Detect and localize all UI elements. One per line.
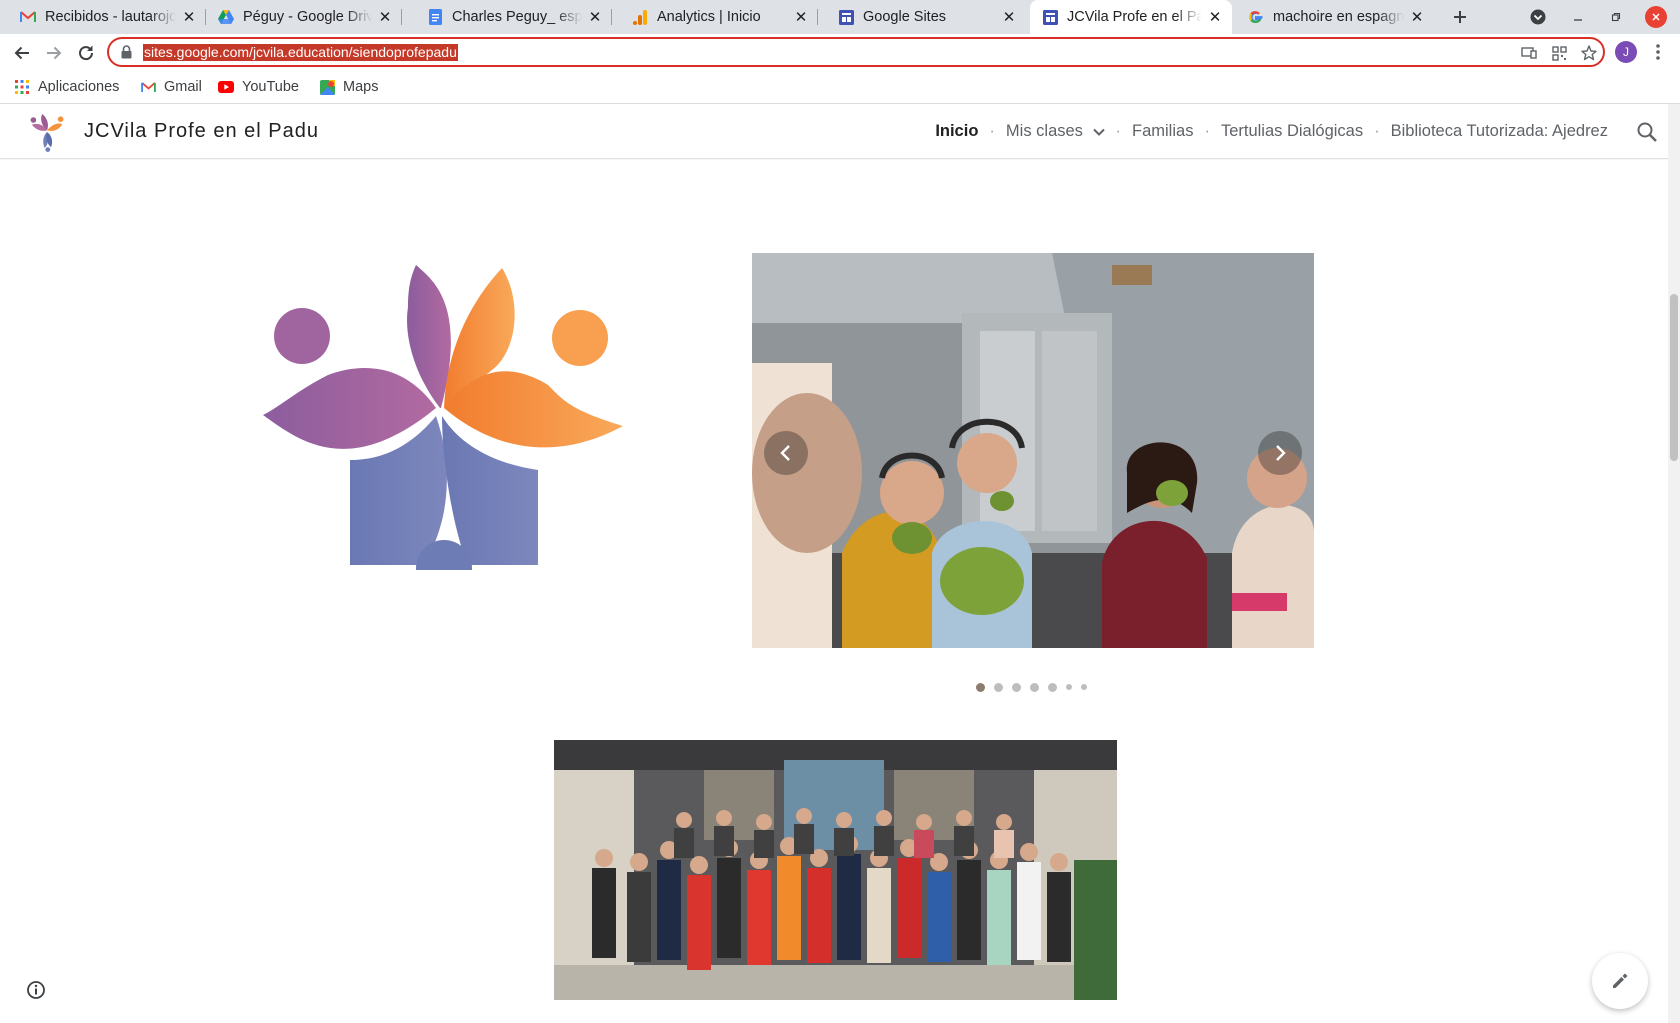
tab-docs[interactable]: Charles Peguy_ espe ✕: [415, 0, 612, 34]
close-icon[interactable]: ✕: [1206, 8, 1224, 26]
nav-biblioteca[interactable]: Biblioteca Tutorizada: Ajedrez: [1391, 122, 1608, 141]
new-tab-plus-icon[interactable]: [1448, 5, 1472, 29]
nav-separator: ·: [1204, 122, 1210, 140]
group-photo-image: [554, 740, 1117, 1000]
close-icon[interactable]: ✕: [180, 8, 198, 26]
nav-familias[interactable]: Familias: [1132, 122, 1193, 141]
tab-title: Google Sites: [863, 9, 947, 25]
tab-title: Analytics | Inicio: [657, 9, 761, 25]
close-icon[interactable]: ✕: [1408, 8, 1426, 26]
bookmark-maps[interactable]: Maps: [319, 77, 378, 97]
page-content: [0, 160, 1668, 1023]
lock-icon[interactable]: [121, 45, 132, 64]
edit-pencil-button[interactable]: [1592, 953, 1648, 1009]
address-bar[interactable]: sites.google.com/jcvila.education/siendo…: [107, 37, 1605, 67]
nav-tertulias[interactable]: Tertulias Dialógicas: [1221, 122, 1363, 141]
bookmark-label: Aplicaciones: [38, 79, 120, 95]
close-icon[interactable]: ✕: [376, 8, 394, 26]
back-arrow-icon[interactable]: [8, 39, 36, 67]
bookmark-apps[interactable]: Aplicaciones: [14, 77, 119, 97]
apps-grid-icon: [14, 79, 30, 95]
tab-title: JCVila Profe en el Pa: [1067, 9, 1202, 25]
bookmark-label: YouTube: [242, 79, 299, 95]
drive-icon: [218, 9, 234, 25]
close-icon[interactable]: ✕: [1000, 8, 1018, 26]
url-text[interactable]: sites.google.com/jcvila.education/siendo…: [143, 44, 458, 61]
tab-jcvila-active[interactable]: JCVila Profe en el Pa ✕: [1030, 0, 1232, 34]
sites-icon: [838, 9, 854, 25]
cast-icon[interactable]: [1519, 43, 1539, 63]
tab-divider: [401, 9, 402, 25]
tab-title: machoire en espagn: [1273, 9, 1404, 25]
tab-strip: Recibidos - lautarojc ✕ Péguy - Google D…: [0, 0, 1680, 34]
page-scrollbar[interactable]: [1668, 104, 1680, 1023]
site-navigation: Inicio · Mis clases · Familias · Tertuli…: [935, 122, 1608, 141]
profile-avatar[interactable]: J: [1615, 41, 1637, 63]
nav-separator: ·: [1115, 122, 1122, 140]
search-icon[interactable]: [1636, 121, 1658, 143]
google-icon: [1248, 9, 1264, 25]
tab-title: Recibidos - lautarojc: [45, 9, 176, 25]
site-logo-icon[interactable]: [27, 112, 67, 152]
radio-studio-photo: [752, 253, 1314, 648]
tab-title: Péguy - Google Drive: [243, 9, 372, 25]
close-icon[interactable]: ✕: [586, 8, 604, 26]
tab-divider: [817, 9, 818, 25]
nav-mis-clases-label: Mis clases: [1005, 122, 1083, 140]
tab-divider: [611, 9, 612, 25]
tab-google-sites[interactable]: Google Sites ✕: [826, 0, 1026, 34]
gmail-icon: [140, 79, 156, 95]
nav-mis-clases[interactable]: Mis clases: [1006, 122, 1105, 141]
tab-analytics[interactable]: Analytics | Inicio ✕: [620, 0, 818, 34]
pencil-icon: [1613, 973, 1628, 988]
nav-separator: ·: [1374, 122, 1380, 140]
chevron-down-icon: [1092, 128, 1105, 136]
carousel-dot[interactable]: [1081, 684, 1087, 690]
docs-icon: [427, 9, 443, 25]
carousel-indicators: [976, 681, 1096, 693]
tab-google-search[interactable]: machoire en espagn ✕: [1236, 0, 1434, 34]
browser-toolbar: sites.google.com/jcvila.education/siendo…: [0, 34, 1680, 71]
more-menu-icon[interactable]: [1648, 40, 1668, 64]
close-icon[interactable]: ✕: [792, 8, 810, 26]
bookmark-youtube[interactable]: YouTube: [218, 77, 299, 97]
reload-icon[interactable]: [72, 39, 100, 67]
gmail-icon: [20, 9, 36, 25]
sites-icon: [1042, 9, 1058, 25]
forward-arrow-icon[interactable]: [40, 39, 68, 67]
carousel-dot[interactable]: [1066, 684, 1072, 690]
carousel-dot[interactable]: [1012, 682, 1021, 692]
scrollbar-thumb[interactable]: [1670, 294, 1678, 461]
school-logo-image: [258, 265, 624, 593]
youtube-icon: [218, 79, 234, 95]
tab-gmail[interactable]: Recibidos - lautarojc ✕: [8, 0, 206, 34]
bookmarks-bar: Aplicaciones Gmail YouTube Maps: [0, 71, 1680, 104]
maps-icon: [319, 79, 335, 95]
carousel-dot[interactable]: [1030, 682, 1039, 692]
carousel-dot[interactable]: [976, 682, 985, 692]
carousel-next-chevron-right-icon[interactable]: [1258, 431, 1302, 475]
bookmark-label: Gmail: [164, 79, 202, 95]
bookmark-label: Maps: [343, 79, 379, 95]
tab-title: Charles Peguy_ espe: [452, 9, 582, 25]
minimize-icon[interactable]: [1566, 5, 1590, 29]
bookmark-star-icon[interactable]: [1579, 43, 1599, 63]
site-title[interactable]: JCVila Profe en el Padu: [84, 120, 319, 143]
window-close-icon[interactable]: [1645, 6, 1667, 28]
carousel-prev-chevron-left-icon[interactable]: [764, 431, 808, 475]
carousel-dot[interactable]: [1048, 682, 1057, 692]
group-graduation-photo: [554, 740, 1117, 1000]
tab-search-dropdown-icon[interactable]: [1526, 5, 1550, 29]
bookmark-gmail[interactable]: Gmail: [140, 77, 202, 97]
tab-drive[interactable]: Péguy - Google Drive ✕: [206, 0, 402, 34]
nav-inicio[interactable]: Inicio: [935, 122, 978, 141]
analytics-icon: [632, 9, 648, 25]
carousel-dot[interactable]: [994, 682, 1003, 692]
qr-code-icon[interactable]: [1549, 43, 1569, 63]
restore-icon[interactable]: [1604, 5, 1628, 29]
nav-separator: ·: [989, 122, 995, 140]
site-header: JCVila Profe en el Padu Inicio · Mis cla…: [0, 104, 1668, 159]
photo-carousel[interactable]: [752, 253, 1314, 648]
info-icon[interactable]: [26, 980, 46, 1000]
